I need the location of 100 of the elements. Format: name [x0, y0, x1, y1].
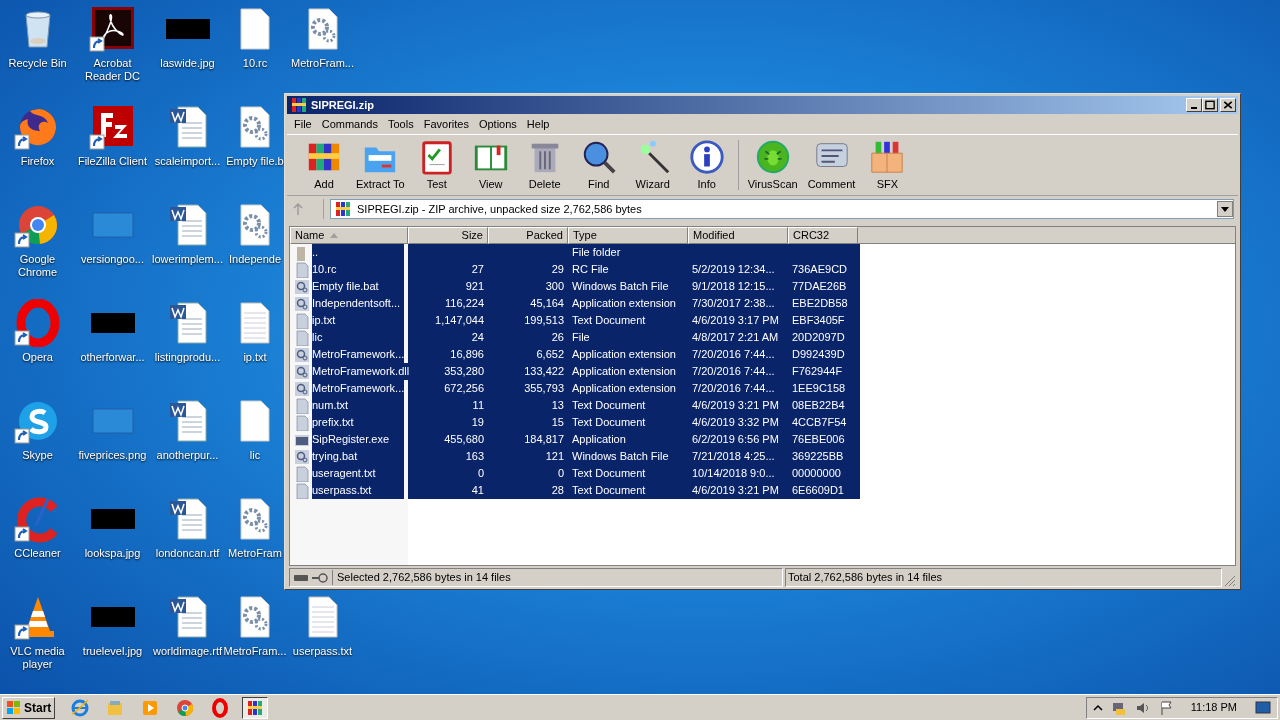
file-row[interactable]: prefix.txt 19 15 Text Document 4/6/2019 3:32 PM 4CCB7F54 [290, 414, 860, 431]
toolbar-button[interactable]: SFX [860, 137, 915, 193]
address-field[interactable]: SIPREGI.zip - ZIP archive, unpacked size 2,762,586 bytes [330, 199, 1234, 219]
file-row[interactable]: Empty file.bat 921 300 Windows Batch File 9/1/2018 12:15... 77DAE26B [290, 278, 860, 295]
file-row[interactable]: MetroFramework.dll 353,280 133,422 Application extension 7/20/2016 7:44... F762944F [290, 363, 860, 380]
file-row[interactable]: num.txt 11 13 Text Document 4/6/2019 3:21 PM 08EB22B4 [290, 397, 860, 414]
toolbar-button[interactable]: Find [571, 137, 626, 193]
menu-item[interactable]: Commands [316, 115, 383, 133]
file-row[interactable]: userpass.txt 41 28 Text Document 4/6/2019 3:21 PM 6E6609D1 [290, 482, 860, 499]
app-icon [70, 697, 91, 718]
table-cell-text: 199,513 [524, 313, 564, 329]
table-cell: .. [312, 244, 404, 261]
desktop-icon-label[interactable]: 10.rc [242, 57, 268, 70]
toolbar-button[interactable]: Delete [517, 137, 572, 193]
column-header[interactable]: Modified [688, 227, 788, 244]
table-cell-text: 28 [551, 483, 564, 499]
desktop-icon-label[interactable]: MetroFram... [223, 645, 287, 658]
desktop-icon-label[interactable]: scaleimport... [154, 155, 221, 168]
table-cell-text: 7/21/2018 4:25... [692, 449, 775, 465]
clock[interactable]: 11:18 PM [1190, 699, 1237, 716]
toolbar-button[interactable]: Wizard [625, 137, 680, 193]
table-cell: num.txt [312, 397, 404, 414]
file-row[interactable]: Independentsoft... 116,224 45,164 Application extension 7/30/2017 2:38... EBE2DB58 [290, 295, 860, 312]
desktop-icon-label[interactable]: ip.txt [243, 351, 267, 364]
toolbar-button[interactable]: Add [297, 137, 351, 193]
close-button[interactable] [1220, 98, 1236, 112]
table-cell-text: Text Document [572, 466, 646, 482]
column-header[interactable]: Size [408, 227, 488, 244]
desktop-icon-label[interactable]: listingprodu... [154, 351, 221, 364]
toolbar-button[interactable]: View [463, 137, 518, 193]
file-row[interactable]: 10.rc 27 29 RC File 5/2/2019 12:34... 736AE9CD [290, 261, 860, 278]
start-button[interactable]: Start [2, 696, 56, 719]
column-header[interactable]: Type [568, 227, 688, 244]
file-row[interactable]: useragent.txt 0 0 Text Document 10/14/2018 9:0... 00000000 [290, 465, 860, 482]
file-row[interactable]: .. File folder [290, 244, 860, 261]
desktop-icon-label[interactable]: Skype [22, 449, 53, 462]
table-cell-text: Text Document [572, 313, 646, 329]
desktop-icon-label[interactable]: FileZilla Client [77, 155, 148, 168]
table-cell-text: 4CCB7F54 [792, 415, 847, 431]
file-row[interactable]: ip.txt 1,147,044 199,513 Text Document 4/6/2019 3:17 PM EBF3405F [290, 312, 860, 329]
drive-icon [294, 574, 308, 581]
resize-grip-icon[interactable] [1224, 575, 1236, 587]
desktop-icon-label[interactable]: VLC media player [0, 645, 75, 671]
desktop-icon-label[interactable]: lic [249, 449, 261, 462]
desktop-icon-label[interactable]: fiveprices.png [78, 449, 147, 462]
taskbar-button[interactable] [242, 696, 269, 719]
chevron-up-icon[interactable] [1092, 702, 1103, 713]
desktop-icon-label[interactable]: userpass.txt [292, 645, 353, 658]
menu-item[interactable]: Options [473, 115, 522, 133]
menu-item[interactable]: Tools [383, 115, 419, 133]
desktop-icon-label[interactable]: laswide.jpg [160, 57, 215, 70]
file-row[interactable]: trying.bat 163 121 Windows Batch File 7/21/2018 4:25... 369225BB [290, 448, 860, 465]
menu-item[interactable]: Help [521, 115, 555, 133]
desktop-icon-label[interactable]: anotherpur... [156, 449, 219, 462]
table-cell-text: 4/6/2019 3:21 PM [692, 483, 779, 499]
desktop-icon-label[interactable]: MetroFram [228, 547, 282, 560]
toolbar-button[interactable]: Test [409, 137, 464, 193]
desktop-icon-label[interactable]: otherforwar... [80, 351, 145, 364]
desktop-icon-label[interactable]: Acrobat Reader DC [75, 57, 150, 83]
maximize-button[interactable] [1202, 98, 1218, 112]
file-row[interactable]: MetroFramework... 672,256 355,793 Application extension 7/20/2016 7:44... 1EE9C158 [290, 380, 860, 397]
desktop-icon-label[interactable]: Google Chrome [0, 253, 75, 279]
desktop-icon-label[interactable]: CCleaner [14, 547, 61, 560]
table-cell-text: D992439D [792, 347, 845, 363]
column-header[interactable]: Packed [488, 227, 568, 244]
toolbar-button[interactable]: VirusScan [742, 137, 803, 193]
desktop-icon-label[interactable]: Independe [229, 253, 281, 266]
column-header[interactable]: Name [290, 227, 408, 244]
minimize-button[interactable] [1186, 98, 1202, 112]
desktop-icon-label[interactable]: londoncan.rtf [155, 547, 220, 560]
menu-item[interactable]: Favorites [418, 115, 474, 133]
desktop-icon-label[interactable]: truelevel.jpg [82, 645, 143, 658]
desktop-icon-label[interactable]: MetroFram... [291, 57, 354, 70]
desktop-icon-label[interactable]: Empty file.b [226, 155, 284, 168]
toolbar-button[interactable]: Extract To [351, 137, 410, 193]
file-row[interactable]: MetroFramework... 16,896 6,652 Application extension 7/20/2016 7:44... D992439D [290, 346, 860, 363]
table-cell-text: 76EBE006 [792, 432, 845, 448]
flag-icon[interactable] [1158, 699, 1175, 716]
desktop-icon-label[interactable]: Firefox [20, 155, 55, 168]
desktop-icon-label[interactable]: versiongoo... [81, 253, 144, 266]
file-row[interactable]: SipRegister.exe 455,680 184,817 Application 6/2/2019 6:56 PM 76EBE006 [290, 431, 860, 448]
table-cell-text: 20D2097D [792, 330, 845, 346]
desktop-icon-label[interactable]: Recycle Bin [8, 57, 67, 70]
column-header[interactable]: CRC32 [788, 227, 858, 244]
table-cell-text: 19 [471, 415, 484, 431]
toolbar-button[interactable]: Comment [802, 137, 861, 193]
desktop-icon-label[interactable]: Opera [22, 351, 53, 364]
desktop-icon-label[interactable]: lookspa.jpg [84, 547, 141, 560]
show-desktop-icon[interactable] [1255, 700, 1271, 715]
table-cell: MetroFramework.dll [312, 363, 410, 380]
desktop-icon-label[interactable]: worldimage.rtf [152, 645, 223, 658]
dropdown-button[interactable] [1217, 201, 1233, 217]
toolbar-button[interactable]: Info [679, 137, 734, 193]
table-cell: userpass.txt [312, 482, 404, 499]
table-cell-text: Text Document [572, 398, 646, 414]
file-row[interactable]: lic 24 26 File 4/8/2017 2:21 AM 20D2097D [290, 329, 860, 346]
table-cell-text: 5/2/2019 12:34... [692, 262, 775, 278]
file-icon [294, 465, 310, 482]
desktop-icon-label[interactable]: lowerimplem... [152, 253, 223, 266]
menu-item[interactable]: File [289, 115, 317, 133]
